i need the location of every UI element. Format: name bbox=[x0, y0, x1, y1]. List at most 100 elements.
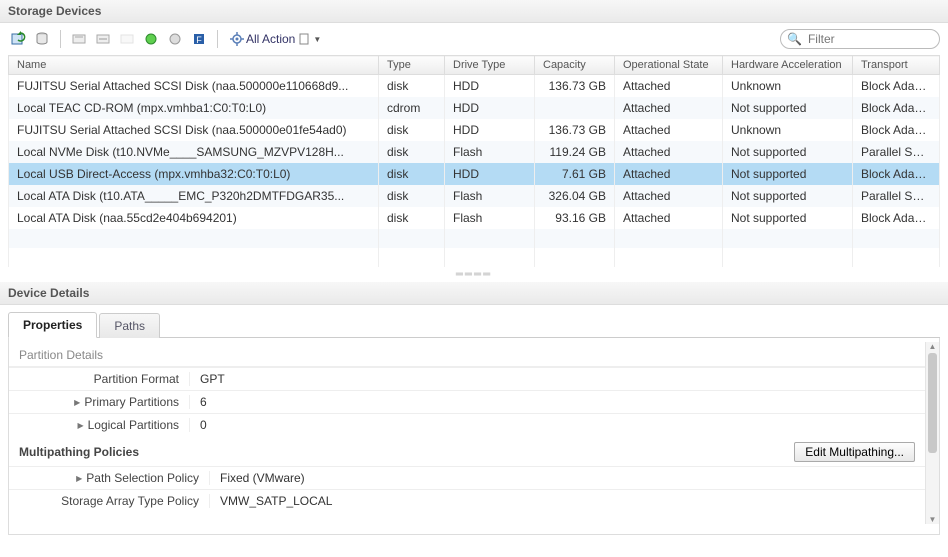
cell-type: disk bbox=[379, 163, 445, 185]
cell-accel: Not supported bbox=[723, 141, 853, 163]
turn-on-led-icon[interactable] bbox=[141, 29, 161, 49]
expand-icon: ▶ bbox=[74, 398, 80, 407]
device-details-header: Device Details bbox=[0, 282, 948, 305]
details-tabs: Properties Paths bbox=[8, 311, 940, 338]
tab-properties[interactable]: Properties bbox=[8, 312, 97, 338]
cell-state: Attached bbox=[615, 185, 723, 207]
cell-state: Attached bbox=[615, 141, 723, 163]
tab-paths[interactable]: Paths bbox=[99, 313, 160, 338]
logical-partitions-value: 0 bbox=[189, 418, 925, 432]
storage-devices-table: Name Type Drive Type Capacity Operationa… bbox=[8, 55, 940, 267]
satp-value: VMW_SATP_LOCAL bbox=[209, 494, 925, 508]
cell-type: cdrom bbox=[379, 97, 445, 119]
cell-name: Local NVMe Disk (t10.NVMe____SAMSUNG_MZV… bbox=[9, 141, 379, 163]
cell-type: disk bbox=[379, 75, 445, 98]
cell-state: Attached bbox=[615, 75, 723, 98]
partition-details-heading: Partition Details bbox=[9, 342, 925, 367]
gear-icon bbox=[230, 32, 244, 46]
cell-accel: Not supported bbox=[723, 185, 853, 207]
refresh-icon[interactable] bbox=[8, 29, 28, 49]
cell-name: Local ATA Disk (naa.55cd2e404b694201) bbox=[9, 207, 379, 229]
cell-name: Local TEAC CD-ROM (mpx.vmhba1:C0:T0:L0) bbox=[9, 97, 379, 119]
table-row-empty bbox=[9, 248, 940, 267]
toolbar: F All Action ▼ 🔍 ▼ bbox=[0, 23, 948, 55]
col-hw-accel[interactable]: Hardware Acceleration bbox=[723, 56, 853, 75]
col-type[interactable]: Type bbox=[379, 56, 445, 75]
cell-cap: 136.73 GB bbox=[535, 119, 615, 141]
table-row[interactable]: Local ATA Disk (naa.55cd2e404b694201)dis… bbox=[9, 207, 940, 229]
primary-partitions-value: 6 bbox=[189, 395, 925, 409]
cell-type: disk bbox=[379, 119, 445, 141]
cell-accel: Unknown bbox=[723, 119, 853, 141]
cell-state: Attached bbox=[615, 207, 723, 229]
table-row[interactable]: FUJITSU Serial Attached SCSI Disk (naa.5… bbox=[9, 75, 940, 98]
toolbar-separator bbox=[60, 30, 61, 48]
cell-transport: Block Adapter bbox=[853, 119, 940, 141]
table-row[interactable]: Local NVMe Disk (t10.NVMe____SAMSUNG_MZV… bbox=[9, 141, 940, 163]
partition-format-row: Partition Format GPT bbox=[9, 367, 925, 390]
all-actions-menu[interactable]: All Action ▼ bbox=[226, 32, 325, 46]
storage-devices-header: Storage Devices bbox=[0, 0, 948, 23]
cell-name: Local ATA Disk (t10.ATA_____EMC_P320h2DM… bbox=[9, 185, 379, 207]
details-scrollbar[interactable]: ▲ ▼ bbox=[925, 342, 939, 524]
turn-off-led-icon[interactable] bbox=[165, 29, 185, 49]
cell-type: disk bbox=[379, 185, 445, 207]
cell-type: disk bbox=[379, 207, 445, 229]
cell-drive: HDD bbox=[445, 119, 535, 141]
expand-icon: ▶ bbox=[76, 474, 82, 483]
filter-box[interactable]: 🔍 ▼ bbox=[780, 29, 940, 49]
table-row[interactable]: Local TEAC CD-ROM (mpx.vmhba1:C0:T0:L0)c… bbox=[9, 97, 940, 119]
cell-type: disk bbox=[379, 141, 445, 163]
resize-grip[interactable]: ════ bbox=[0, 267, 948, 282]
col-op-state[interactable]: Operational State bbox=[615, 56, 723, 75]
disabled-action-icon bbox=[117, 29, 137, 49]
cell-state: Attached bbox=[615, 163, 723, 185]
col-transport[interactable]: Transport bbox=[853, 56, 940, 75]
partition-format-value: GPT bbox=[189, 372, 925, 386]
table-header-row: Name Type Drive Type Capacity Operationa… bbox=[9, 56, 940, 75]
table-row[interactable]: Local ATA Disk (t10.ATA_____EMC_P320h2DM… bbox=[9, 185, 940, 207]
cell-cap bbox=[535, 97, 615, 119]
cell-cap: 136.73 GB bbox=[535, 75, 615, 98]
col-drive-type[interactable]: Drive Type bbox=[445, 56, 535, 75]
cell-accel: Not supported bbox=[723, 97, 853, 119]
mark-flash-icon[interactable]: F bbox=[189, 29, 209, 49]
col-capacity[interactable]: Capacity bbox=[535, 56, 615, 75]
cell-transport: Block Adapter bbox=[853, 75, 940, 98]
chevron-down-icon: ▼ bbox=[313, 35, 321, 44]
cell-drive: HDD bbox=[445, 97, 535, 119]
psp-value: Fixed (VMware) bbox=[209, 471, 925, 485]
cell-drive: Flash bbox=[445, 185, 535, 207]
cell-cap: 326.04 GB bbox=[535, 185, 615, 207]
cell-transport: Parallel SCSI bbox=[853, 185, 940, 207]
detach-icon[interactable] bbox=[69, 29, 89, 49]
satp-label: Storage Array Type Policy bbox=[61, 494, 199, 508]
cell-accel: Unknown bbox=[723, 75, 853, 98]
edit-multipathing-button[interactable]: Edit Multipathing... bbox=[794, 442, 915, 462]
cell-drive: HDD bbox=[445, 75, 535, 98]
filter-input[interactable] bbox=[806, 31, 948, 47]
partition-format-label: Partition Format bbox=[94, 372, 179, 386]
cell-transport: Block Adapter bbox=[853, 163, 940, 185]
cell-accel: Not supported bbox=[723, 163, 853, 185]
rename-icon[interactable] bbox=[93, 29, 113, 49]
cell-drive: HDD bbox=[445, 163, 535, 185]
cell-accel: Not supported bbox=[723, 207, 853, 229]
all-actions-label: All Action bbox=[246, 32, 295, 46]
page-icon bbox=[297, 32, 311, 46]
logical-partitions-row[interactable]: ▶Logical Partitions 0 bbox=[9, 413, 925, 436]
logical-partitions-label: Logical Partitions bbox=[88, 418, 179, 432]
multipathing-heading-label: Multipathing Policies bbox=[19, 445, 139, 459]
storage-array-type-policy-row: Storage Array Type Policy VMW_SATP_LOCAL bbox=[9, 489, 925, 512]
cell-cap: 7.61 GB bbox=[535, 163, 615, 185]
cell-name: FUJITSU Serial Attached SCSI Disk (naa.5… bbox=[9, 119, 379, 141]
col-name[interactable]: Name bbox=[9, 56, 379, 75]
path-selection-policy-row[interactable]: ▶ Path Selection Policy Fixed (VMware) bbox=[9, 466, 925, 489]
primary-partitions-row[interactable]: ▶Primary Partitions 6 bbox=[9, 390, 925, 413]
cell-transport: Block Adapter bbox=[853, 207, 940, 229]
datastore-icon[interactable] bbox=[32, 29, 52, 49]
table-row-empty bbox=[9, 229, 940, 248]
table-row[interactable]: FUJITSU Serial Attached SCSI Disk (naa.5… bbox=[9, 119, 940, 141]
psp-label: Path Selection Policy bbox=[86, 471, 199, 485]
table-row[interactable]: Local USB Direct-Access (mpx.vmhba32:C0:… bbox=[9, 163, 940, 185]
